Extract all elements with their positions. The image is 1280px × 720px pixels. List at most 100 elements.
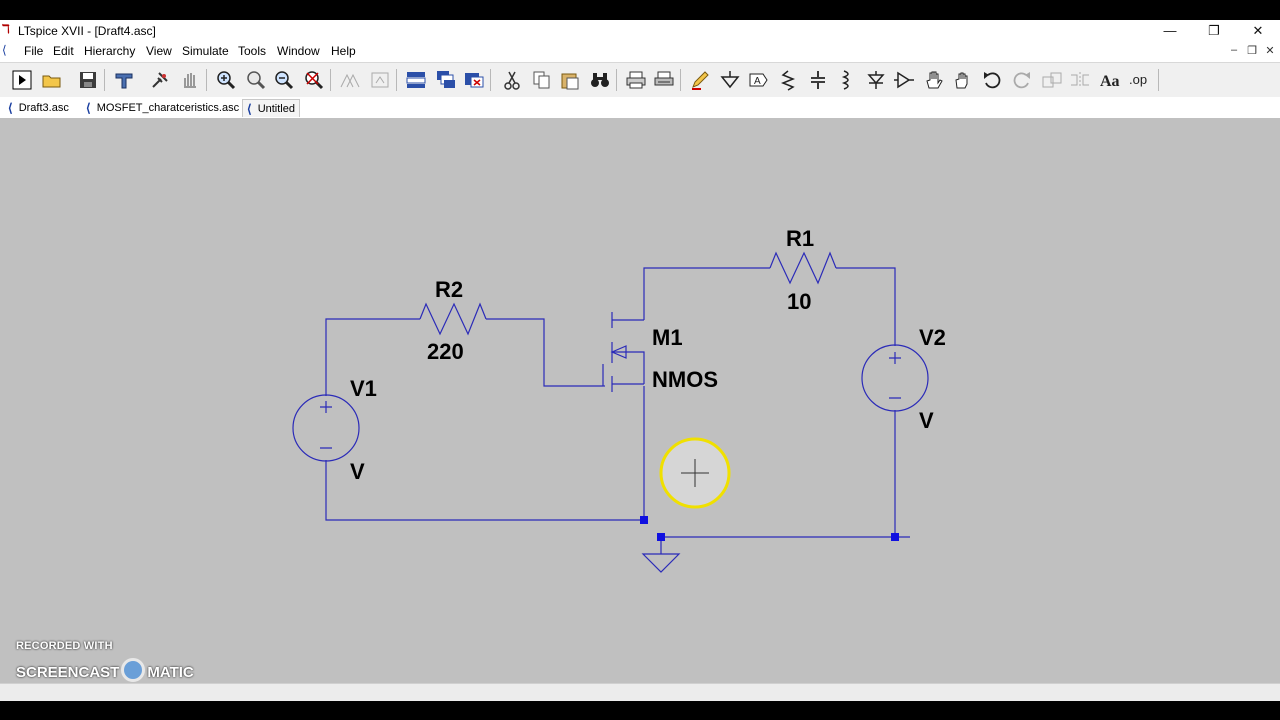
mdi-close-button[interactable]: ✕ xyxy=(1262,44,1278,57)
ground-icon[interactable] xyxy=(718,68,742,92)
component-icon[interactable] xyxy=(892,68,916,92)
tab-label: MOSFET_charatceristics.asc xyxy=(96,101,240,114)
title-bar: ℸ LTspice XVII - [Draft4.asc] — ❐ ✕ xyxy=(0,20,1280,42)
text-icon[interactable]: Aa xyxy=(1098,68,1122,92)
tab-mosfet-characteristics[interactable]: ⟨ MOSFET_charatceristics.asc xyxy=(86,99,239,116)
close-all-windows-icon[interactable] xyxy=(462,68,486,92)
undo-icon[interactable] xyxy=(980,68,1004,92)
capacitor-icon[interactable] xyxy=(806,68,830,92)
r1-name-label: R1 xyxy=(786,226,814,251)
cascade-windows-icon[interactable] xyxy=(434,68,458,92)
wire xyxy=(486,318,603,387)
nmos-transistor-m1[interactable] xyxy=(602,312,645,392)
svg-text:Aa: Aa xyxy=(1100,73,1120,90)
v2-value-label: V xyxy=(919,408,934,433)
watermark-brand-left: SCREENCAST xyxy=(16,663,120,681)
menu-edit[interactable]: Edit xyxy=(53,44,74,58)
find-binoculars-icon[interactable] xyxy=(588,68,612,92)
ground-symbol[interactable] xyxy=(641,553,681,573)
draw-wire-pencil-icon[interactable] xyxy=(688,68,712,92)
record-icon xyxy=(121,658,146,682)
label-net-icon[interactable]: A xyxy=(746,68,770,92)
v1-value-label: V xyxy=(350,459,365,484)
mdi-restore-button[interactable]: ❐ xyxy=(1244,44,1260,57)
m1-model-label: NMOS xyxy=(652,367,718,392)
print-icon[interactable] xyxy=(624,68,648,92)
zoom-pan-icon[interactable] xyxy=(244,68,268,92)
ltspice-window: ℸ LTspice XVII - [Draft4.asc] — ❐ ✕ ⟨ Fi… xyxy=(0,20,1280,701)
redo-icon[interactable] xyxy=(1010,68,1034,92)
menu-help[interactable]: Help xyxy=(331,44,356,58)
r2-name-label: R2 xyxy=(435,277,463,302)
document-icon[interactable]: ⟨ xyxy=(2,43,7,57)
svg-text:A: A xyxy=(754,76,761,87)
voltage-source-v2[interactable] xyxy=(861,344,929,412)
svg-text:.op: .op xyxy=(1129,72,1147,87)
m1-name-label: M1 xyxy=(652,325,683,350)
open-folder-icon[interactable] xyxy=(40,68,64,92)
resistor-r2[interactable] xyxy=(419,302,487,336)
document-tabs: ⟨ Draft3.asc ⟨ MOSFET_charatceristics.as… xyxy=(0,97,1280,119)
drag-hand-icon[interactable] xyxy=(950,68,974,92)
voltage-source-v1[interactable] xyxy=(292,394,360,462)
print-preview-icon[interactable] xyxy=(652,68,676,92)
run-icon[interactable] xyxy=(10,68,34,92)
zoom-in-icon[interactable] xyxy=(214,68,238,92)
probe-icon[interactable] xyxy=(148,68,172,92)
menu-bar: ⟨ File Edit Hierarchy View Simulate Tool… xyxy=(0,42,1280,60)
schematic-canvas[interactable]: R2 220 R1 10 M1 NMOS V1 V V2 V xyxy=(0,118,1280,683)
menu-hierarchy[interactable]: Hierarchy xyxy=(84,44,135,58)
paste-icon[interactable] xyxy=(558,68,582,92)
ltspice-app-icon: ℸ xyxy=(2,22,10,36)
wire xyxy=(325,460,644,521)
tab-draft3[interactable]: ⟨ Draft3.asc xyxy=(8,99,69,116)
mirror-icon[interactable] xyxy=(1068,68,1092,92)
cut-icon[interactable] xyxy=(500,68,524,92)
cursor-highlight xyxy=(659,437,731,509)
tab-label: Untitled xyxy=(257,102,295,115)
v2-name-label: V2 xyxy=(919,325,946,350)
status-bar xyxy=(0,683,1280,701)
zoom-fit-icon[interactable] xyxy=(302,68,326,92)
zoom-out-icon[interactable] xyxy=(272,68,296,92)
control-panel-hammer-icon[interactable] xyxy=(112,68,136,92)
restore-button[interactable]: ❐ xyxy=(1192,20,1236,42)
watermark-line1: RECORDED WITH xyxy=(16,640,113,652)
rotate-icon[interactable] xyxy=(1040,68,1064,92)
save-icon[interactable] xyxy=(76,68,100,92)
tab-label: Draft3.asc xyxy=(18,101,69,114)
wire xyxy=(836,267,896,346)
minimize-button[interactable]: — xyxy=(1148,20,1192,42)
resistor-icon[interactable] xyxy=(776,68,800,92)
toolbar: A Aa .op xyxy=(0,62,1280,98)
schematic-icon: ⟨ xyxy=(8,100,13,115)
v1-name-label: V1 xyxy=(350,376,377,401)
inductor-icon[interactable] xyxy=(834,68,858,92)
wire xyxy=(643,267,770,320)
menu-tools[interactable]: Tools xyxy=(238,44,266,58)
mdi-minimize-button[interactable]: – xyxy=(1226,44,1242,56)
schematic-icon: ⟨ xyxy=(86,100,91,115)
watermark-line2: SCREENCAST MATIC xyxy=(16,658,194,684)
schematic-icon: ⟨ xyxy=(247,101,252,116)
spice-directive-icon[interactable]: .op xyxy=(1126,68,1150,92)
r2-value-label: 220 xyxy=(427,339,464,364)
tab-untitled[interactable]: ⟨ Untitled xyxy=(242,99,300,117)
watermark-brand-right: MATIC xyxy=(147,663,194,681)
tile-horizontal-icon[interactable] xyxy=(338,68,362,92)
tile-windows-icon[interactable] xyxy=(404,68,428,92)
menu-window[interactable]: Window xyxy=(277,44,320,58)
menu-view[interactable]: View xyxy=(146,44,172,58)
screencast-watermark: RECORDED WITH SCREENCAST MATIC xyxy=(16,640,194,684)
r1-value-label: 10 xyxy=(787,289,811,314)
tile-vertical-icon[interactable] xyxy=(368,68,392,92)
pan-hand-icon[interactable] xyxy=(178,68,202,92)
resistor-r1[interactable] xyxy=(769,251,837,285)
menu-simulate[interactable]: Simulate xyxy=(182,44,229,58)
copy-icon[interactable] xyxy=(530,68,554,92)
menu-file[interactable]: File xyxy=(24,44,43,58)
move-hand-icon[interactable] xyxy=(922,68,946,92)
window-title: LTspice XVII - [Draft4.asc] xyxy=(18,24,156,38)
diode-icon[interactable] xyxy=(864,68,888,92)
close-button[interactable]: ✕ xyxy=(1236,20,1280,42)
